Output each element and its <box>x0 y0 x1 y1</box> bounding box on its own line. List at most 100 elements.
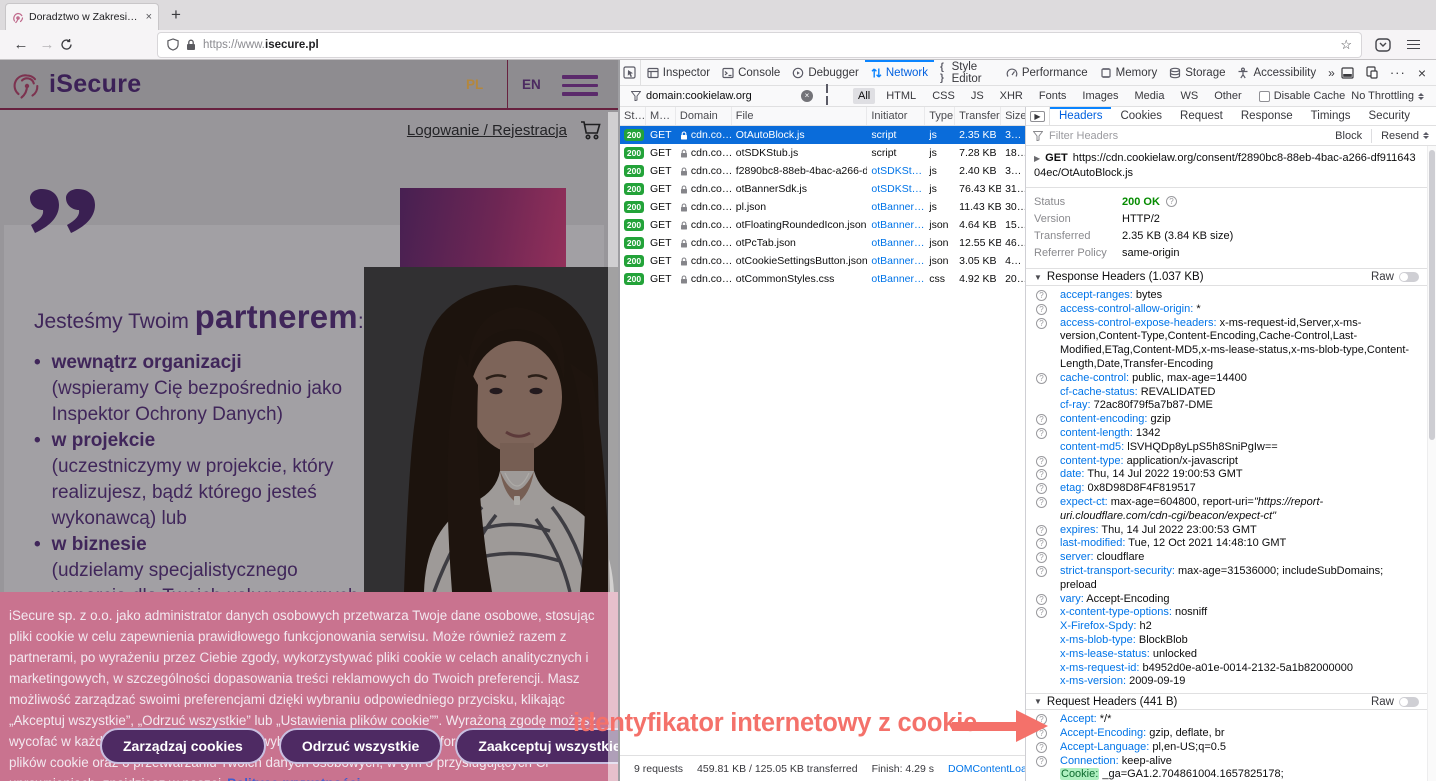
site-menu-icon[interactable] <box>562 75 598 101</box>
tab-memory[interactable]: Memory <box>1094 60 1164 85</box>
throttling-dropdown[interactable]: No Throttling <box>1351 90 1424 102</box>
bookmark-star-icon[interactable]: ☆ <box>1340 37 1352 53</box>
block-button[interactable]: Block <box>1335 130 1362 142</box>
scrollbar-thumb[interactable] <box>1429 150 1435 440</box>
tab-inspector[interactable]: Inspector <box>641 60 716 85</box>
column-domain[interactable]: Domain <box>676 107 732 125</box>
tab-close-icon[interactable]: × <box>146 11 152 23</box>
tab-performance[interactable]: Performance <box>1000 60 1094 85</box>
tab-console[interactable]: Console <box>716 60 786 85</box>
filter-type-fonts[interactable]: Fonts <box>1034 88 1072 104</box>
devtools-close-icon[interactable]: × <box>1418 65 1426 81</box>
tab-network[interactable]: Network <box>865 60 934 85</box>
details-tab-request[interactable]: Request <box>1171 107 1232 125</box>
help-icon[interactable]: ? <box>1036 566 1047 577</box>
help-icon[interactable]: ? <box>1036 607 1047 618</box>
manage-cookies-button[interactable]: Zarządzaj cookies <box>100 728 266 764</box>
network-request-row[interactable]: 200GETcdn.co…otFloatingRoundedIcon.jsono… <box>620 216 1025 234</box>
privacy-policy-link[interactable]: Polityce prywatności <box>227 776 360 781</box>
filter-type-html[interactable]: HTML <box>881 88 921 104</box>
filter-type-other[interactable]: Other <box>1209 88 1247 104</box>
disable-cache-checkbox[interactable] <box>1259 91 1270 102</box>
filter-type-xhr[interactable]: XHR <box>995 88 1028 104</box>
element-picker-button[interactable] <box>620 60 641 85</box>
filter-type-images[interactable]: Images <box>1077 88 1123 104</box>
help-icon[interactable]: ? <box>1036 756 1047 767</box>
network-request-row[interactable]: 200GETcdn.co…f2890bc8-88eb-4bac-a266-df9… <box>620 162 1025 180</box>
column-file[interactable]: File <box>732 107 868 125</box>
details-scrollbar[interactable] <box>1427 146 1436 781</box>
response-headers-section-header[interactable]: ▼ Response Headers (1.037 KB) Raw <box>1026 269 1427 286</box>
column-status[interactable]: St… <box>620 107 646 125</box>
page-scrollbar[interactable] <box>608 112 618 781</box>
details-tab-timings[interactable]: Timings <box>1302 107 1360 125</box>
expand-pane-button[interactable]: ▶ <box>1026 107 1050 125</box>
network-request-row[interactable]: 200GETcdn.co…otCookieSettingsButton.json… <box>620 252 1025 270</box>
column-type[interactable]: Type <box>925 107 955 125</box>
help-icon[interactable]: ? <box>1036 594 1047 605</box>
help-icon[interactable]: ? <box>1036 552 1047 563</box>
tab-accessibility[interactable]: Accessibility <box>1231 60 1322 85</box>
help-icon[interactable]: ? <box>1036 483 1047 494</box>
column-initiator[interactable]: Initiator <box>867 107 925 125</box>
network-request-row[interactable]: 200GETcdn.co…otSDKStub.jsscriptjs7.28 KB… <box>620 144 1025 162</box>
new-tab-button[interactable]: + <box>171 5 181 25</box>
details-tab-cookies[interactable]: Cookies <box>1111 107 1171 125</box>
pocket-icon[interactable] <box>1375 38 1391 52</box>
help-icon[interactable]: ? <box>1036 318 1047 329</box>
column-transferred[interactable]: Transferred <box>955 107 1001 125</box>
help-icon[interactable]: ? <box>1036 304 1047 315</box>
help-icon[interactable]: ? <box>1036 456 1047 467</box>
network-request-row[interactable]: 200GETcdn.co…OtAutoBlock.jsscriptjs2.35 … <box>620 126 1025 144</box>
tab-storage[interactable]: Storage <box>1163 60 1231 85</box>
help-icon[interactable]: ? <box>1036 538 1047 549</box>
clear-filter-icon[interactable]: × <box>801 90 813 102</box>
filter-type-css[interactable]: CSS <box>927 88 960 104</box>
filter-headers-input[interactable] <box>1049 130 1199 142</box>
browser-tab[interactable]: Doradztwo w Zakresie Ochrony Dany × <box>5 3 159 30</box>
reload-button[interactable] <box>60 38 86 51</box>
column-method[interactable]: M… <box>646 107 676 125</box>
forward-button[interactable]: → <box>34 36 60 53</box>
details-tab-response[interactable]: Response <box>1232 107 1302 125</box>
column-size[interactable]: Size <box>1001 107 1025 125</box>
help-icon[interactable]: ? <box>1036 414 1047 425</box>
network-request-row[interactable]: 200GETcdn.co…otBannerSdk.jsotSDKSt…js76.… <box>620 180 1025 198</box>
filter-url-input[interactable] <box>646 90 796 102</box>
help-icon[interactable]: ? <box>1036 428 1047 439</box>
filter-type-ws[interactable]: WS <box>1175 88 1203 104</box>
help-icon[interactable]: ? <box>1036 525 1047 536</box>
help-icon[interactable]: ? <box>1036 469 1047 480</box>
cart-icon[interactable] <box>580 120 602 140</box>
tab-debugger[interactable]: Debugger <box>786 60 865 85</box>
lang-pl-button[interactable]: PL <box>466 77 483 92</box>
app-menu-icon[interactable] <box>1407 37 1420 52</box>
filter-type-js[interactable]: JS <box>966 88 989 104</box>
pause-icon[interactable] <box>825 84 829 108</box>
reject-all-button[interactable]: Odrzuć wszystkie <box>279 728 443 764</box>
raw-toggle[interactable] <box>1399 697 1419 707</box>
network-request-row[interactable]: 200GETcdn.co…otPcTab.jsonotBanner…json12… <box>620 234 1025 252</box>
site-logo[interactable]: iSecure <box>12 67 141 101</box>
help-icon[interactable]: ? <box>1036 742 1047 753</box>
request-headers-section-header[interactable]: ▼ Request Headers (441 B) Raw <box>1026 693 1427 710</box>
back-button[interactable]: ← <box>8 36 34 53</box>
tab-style-editor[interactable]: { }Style Editor <box>934 60 1000 85</box>
responsive-design-icon[interactable] <box>1366 66 1378 79</box>
network-request-row[interactable]: 200GETcdn.co…otCommonStyles.cssotBanner…… <box>620 270 1025 288</box>
filter-type-all[interactable]: All <box>853 88 875 104</box>
more-tabs-chevron[interactable]: » <box>1322 60 1341 85</box>
split-console-icon[interactable] <box>1341 67 1354 79</box>
resend-button[interactable]: Resend <box>1381 130 1429 142</box>
disable-cache-option[interactable]: Disable Cache <box>1259 90 1346 102</box>
network-request-row[interactable]: 200GETcdn.co…pl.jsonotBanner…js11.43 KB3… <box>620 198 1025 216</box>
url-bar[interactable]: https://www.isecure.pl ☆ <box>158 33 1361 57</box>
filter-type-media[interactable]: Media <box>1129 88 1169 104</box>
help-icon[interactable]: ? <box>1036 373 1047 384</box>
help-icon[interactable]: ? <box>1036 290 1047 301</box>
devtools-menu-icon[interactable]: ··· <box>1390 65 1406 80</box>
lang-en-button[interactable]: EN <box>522 77 541 92</box>
details-tab-security[interactable]: Security <box>1360 107 1420 125</box>
request-url-line[interactable]: ▶GEThttps://cdn.cookielaw.org/consent/f2… <box>1026 146 1427 188</box>
login-register-link[interactable]: Logowanie / Rejestracja <box>407 122 567 139</box>
